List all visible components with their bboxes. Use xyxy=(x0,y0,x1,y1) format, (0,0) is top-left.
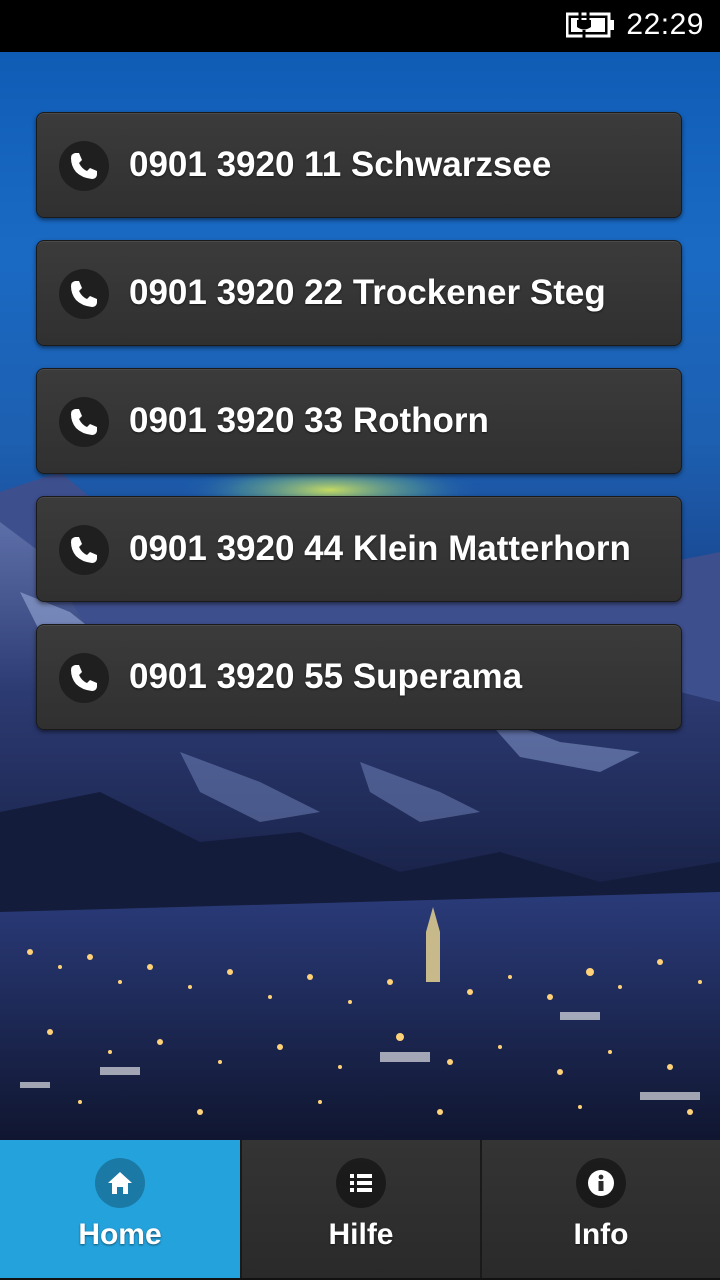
call-button-klein-matterhorn[interactable]: 0901 3920 44 Klein Matterhorn xyxy=(36,496,682,602)
tab-hilfe-label: Hilfe xyxy=(328,1218,394,1251)
phone-icon xyxy=(59,141,109,191)
app-screen: 22:29 0901 3920 11 Schwarzsee 0901 3920 … xyxy=(0,0,720,1280)
call-button-trockener-steg[interactable]: 0901 3920 22 Trockener Steg xyxy=(36,240,682,346)
bottom-nav: Home Hilfe Info xyxy=(0,1140,720,1280)
call-button-label: 0901 3920 22 Trockener Steg xyxy=(129,273,606,312)
status-bar: 22:29 xyxy=(0,0,720,52)
call-button-label: 0901 3920 11 Schwarzsee xyxy=(129,145,552,184)
tab-home-label: Home xyxy=(78,1218,162,1251)
info-icon xyxy=(576,1158,626,1208)
call-button-rothorn[interactable]: 0901 3920 33 Rothorn xyxy=(36,368,682,474)
phone-icon xyxy=(59,525,109,575)
tab-hilfe[interactable]: Hilfe xyxy=(242,1140,482,1278)
call-button-label: 0901 3920 44 Klein Matterhorn xyxy=(129,529,631,568)
call-button-superama[interactable]: 0901 3920 55 Superama xyxy=(36,624,682,730)
tab-info[interactable]: Info xyxy=(482,1140,720,1278)
call-list: 0901 3920 11 Schwarzsee 0901 3920 22 Tro… xyxy=(36,112,684,752)
call-button-label: 0901 3920 33 Rothorn xyxy=(129,401,489,440)
tab-home[interactable]: Home xyxy=(0,1140,242,1278)
call-button-schwarzsee[interactable]: 0901 3920 11 Schwarzsee xyxy=(36,112,682,218)
phone-icon xyxy=(59,269,109,319)
tab-info-label: Info xyxy=(573,1218,629,1251)
status-time: 22:29 xyxy=(626,8,704,41)
call-button-label: 0901 3920 55 Superama xyxy=(129,657,523,696)
list-icon xyxy=(336,1158,386,1208)
phone-icon xyxy=(59,653,109,703)
phone-icon xyxy=(59,397,109,447)
home-icon xyxy=(95,1158,145,1208)
battery-charging-icon xyxy=(566,12,614,38)
